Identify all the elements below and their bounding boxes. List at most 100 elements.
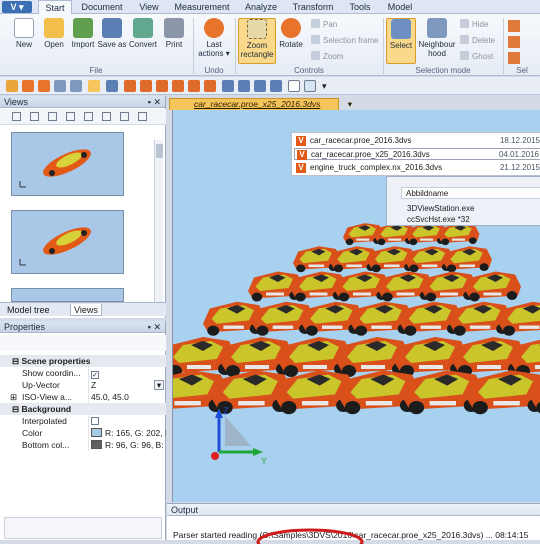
view-tool-icon[interactable] xyxy=(48,112,57,121)
tab-analyze[interactable]: Analyze xyxy=(241,0,281,14)
document-tab[interactable]: car_racecar.proe_x25_2016.3dvs▾ xyxy=(169,98,339,110)
up-vector-select[interactable]: Z▾ xyxy=(88,379,166,391)
render-icon[interactable] xyxy=(254,80,266,92)
import-button[interactable]: Import xyxy=(67,18,99,64)
tab-measurement[interactable]: Measurement xyxy=(173,0,231,14)
interpolated-checkbox[interactable] xyxy=(91,417,99,425)
cut-icon[interactable] xyxy=(508,36,520,48)
box-icon[interactable] xyxy=(304,80,316,92)
process-item[interactable]: 3DViewStation.exe xyxy=(407,203,474,214)
tab-document[interactable]: Document xyxy=(80,0,124,14)
color-swatch xyxy=(91,440,102,449)
expand-icon[interactable]: ⊞ xyxy=(10,391,17,403)
views-scrollbar[interactable] xyxy=(154,140,163,305)
3d-viewport[interactable]: Vcar_racecar.proe_2016.3dvs18.12.2015 Vc… xyxy=(172,110,540,502)
bottom-color-value[interactable]: R: 96, G: 96, B: 96 xyxy=(88,439,166,451)
hide-icon xyxy=(460,19,469,28)
fit-view-icon[interactable] xyxy=(106,80,118,92)
cut-icon[interactable] xyxy=(508,52,520,64)
scrollbar-thumb[interactable] xyxy=(156,144,163,158)
last-actions-button[interactable]: Last actions ▾ xyxy=(196,18,232,64)
view-cube-icon[interactable] xyxy=(140,80,152,92)
tab-view[interactable]: View xyxy=(135,0,163,14)
view-tool-icon[interactable] xyxy=(84,112,93,121)
tab-tools[interactable]: Tools xyxy=(344,0,376,14)
view-tool-icon[interactable] xyxy=(66,112,75,121)
view-tool-icon[interactable] xyxy=(102,112,111,121)
tab-start[interactable]: Start xyxy=(38,0,72,14)
column-header[interactable]: Abbildname xyxy=(401,187,540,199)
rotate-button[interactable]: Rotate xyxy=(276,18,306,64)
cut-icon[interactable] xyxy=(508,20,520,32)
pan-button[interactable]: Pan xyxy=(311,19,337,31)
output-panel: Output Parser started reading (C:\Sample… xyxy=(167,503,540,540)
tool-icon[interactable] xyxy=(6,80,18,92)
pin-icon[interactable]: ▪ ✕ xyxy=(148,321,161,333)
view-cube-icon[interactable] xyxy=(156,80,168,92)
render-icon[interactable] xyxy=(222,80,234,92)
delete-button[interactable]: Delete xyxy=(460,35,495,47)
tab-views[interactable]: Views xyxy=(70,304,102,316)
print-button[interactable]: Print xyxy=(160,18,188,64)
tab-model[interactable]: Model xyxy=(384,0,416,14)
recent-file-item[interactable]: Vcar_racecar.proe_2016.3dvs18.12.2015 xyxy=(294,135,540,147)
render-icon[interactable] xyxy=(238,80,250,92)
tab-model-tree[interactable]: Model tree xyxy=(4,304,53,316)
view-tool-icon[interactable] xyxy=(138,112,147,121)
highlight-ellipse xyxy=(255,524,365,544)
new-button[interactable]: New xyxy=(8,18,40,64)
select-button[interactable]: Select xyxy=(386,18,416,64)
view-tool-icon[interactable] xyxy=(30,112,39,121)
recent-file-item[interactable]: Vengine_truck_complex.nx_2016.3dvs21.12.… xyxy=(294,162,540,174)
view-thumbnail[interactable] xyxy=(11,288,124,302)
render-icon[interactable] xyxy=(270,80,282,92)
task-manager-window: Abbildname 3DViewStation.exe ccSvcHst.ex… xyxy=(386,176,540,226)
save-as-button[interactable]: Save as xyxy=(96,18,128,64)
selection-frame-button[interactable]: Selection frame xyxy=(311,35,379,47)
quick-toolbar: ▾ xyxy=(0,77,540,95)
open-button[interactable]: Open xyxy=(38,18,70,64)
wireframe-icon[interactable] xyxy=(288,80,300,92)
zoom-rectangle-button[interactable]: Zoom rectangle xyxy=(238,18,276,64)
color-value[interactable]: R: 165, G: 202, B: xyxy=(88,427,166,439)
process-item[interactable]: ccSvcHst.exe *32 xyxy=(407,214,470,225)
close-icon[interactable]: ▾ xyxy=(348,99,352,110)
ghost-button[interactable]: Ghost xyxy=(460,51,493,63)
views-panel-title: Views▪ ✕ xyxy=(0,96,165,108)
view-tool-icon[interactable] xyxy=(12,112,21,121)
tab-transform[interactable]: Transform xyxy=(290,0,336,14)
property-group-scene[interactable]: ⊟ Scene properties xyxy=(0,355,166,367)
view-cube-icon[interactable] xyxy=(204,80,216,92)
group-label-undo: Undo xyxy=(194,66,234,76)
rotate-icon[interactable] xyxy=(22,80,34,92)
pin-icon[interactable]: ▪ ✕ xyxy=(148,96,161,108)
axis-triad: Z Y xyxy=(203,402,273,472)
view-cube-icon[interactable] xyxy=(124,80,136,92)
3dvs-file-icon: V xyxy=(297,150,307,160)
view-tool-icon[interactable] xyxy=(120,112,129,121)
race-car-model xyxy=(466,272,522,302)
app-menu-button[interactable]: V ▾ xyxy=(2,1,32,13)
property-group-background[interactable]: ⊟ Background xyxy=(0,403,166,415)
zoom-rectangle-icon[interactable] xyxy=(88,80,100,92)
show-coordinates-checkbox[interactable]: ✓ xyxy=(91,371,99,379)
chevron-down-icon[interactable]: ▾ xyxy=(154,380,164,390)
neighbourhood-button[interactable]: Neighbour hood xyxy=(418,18,456,64)
hide-button[interactable]: Hide xyxy=(460,19,488,31)
convert-button[interactable]: Convert xyxy=(128,18,158,64)
pan-icon[interactable] xyxy=(54,80,66,92)
view-thumbnail[interactable] xyxy=(11,132,124,196)
recent-file-item[interactable]: Vcar_racecar.proe_x25_2016.3dvs04.01.201… xyxy=(294,148,540,160)
view-thumbnail[interactable] xyxy=(11,210,124,274)
dropdown-arrow-icon[interactable]: ▾ xyxy=(322,81,327,92)
rotate-icon[interactable] xyxy=(38,80,50,92)
zoom-button[interactable]: Zoom xyxy=(311,51,343,63)
view-cube-icon[interactable] xyxy=(188,80,200,92)
property-interpolated: Interpolated xyxy=(0,415,166,427)
ghost-icon xyxy=(460,51,469,60)
zoom-icon[interactable] xyxy=(70,80,82,92)
pan-icon xyxy=(311,19,320,28)
delete-icon xyxy=(460,35,469,44)
property-iso-view: ⊞ISO-View a...45.0, 45.0 xyxy=(0,391,166,403)
view-cube-icon[interactable] xyxy=(172,80,184,92)
